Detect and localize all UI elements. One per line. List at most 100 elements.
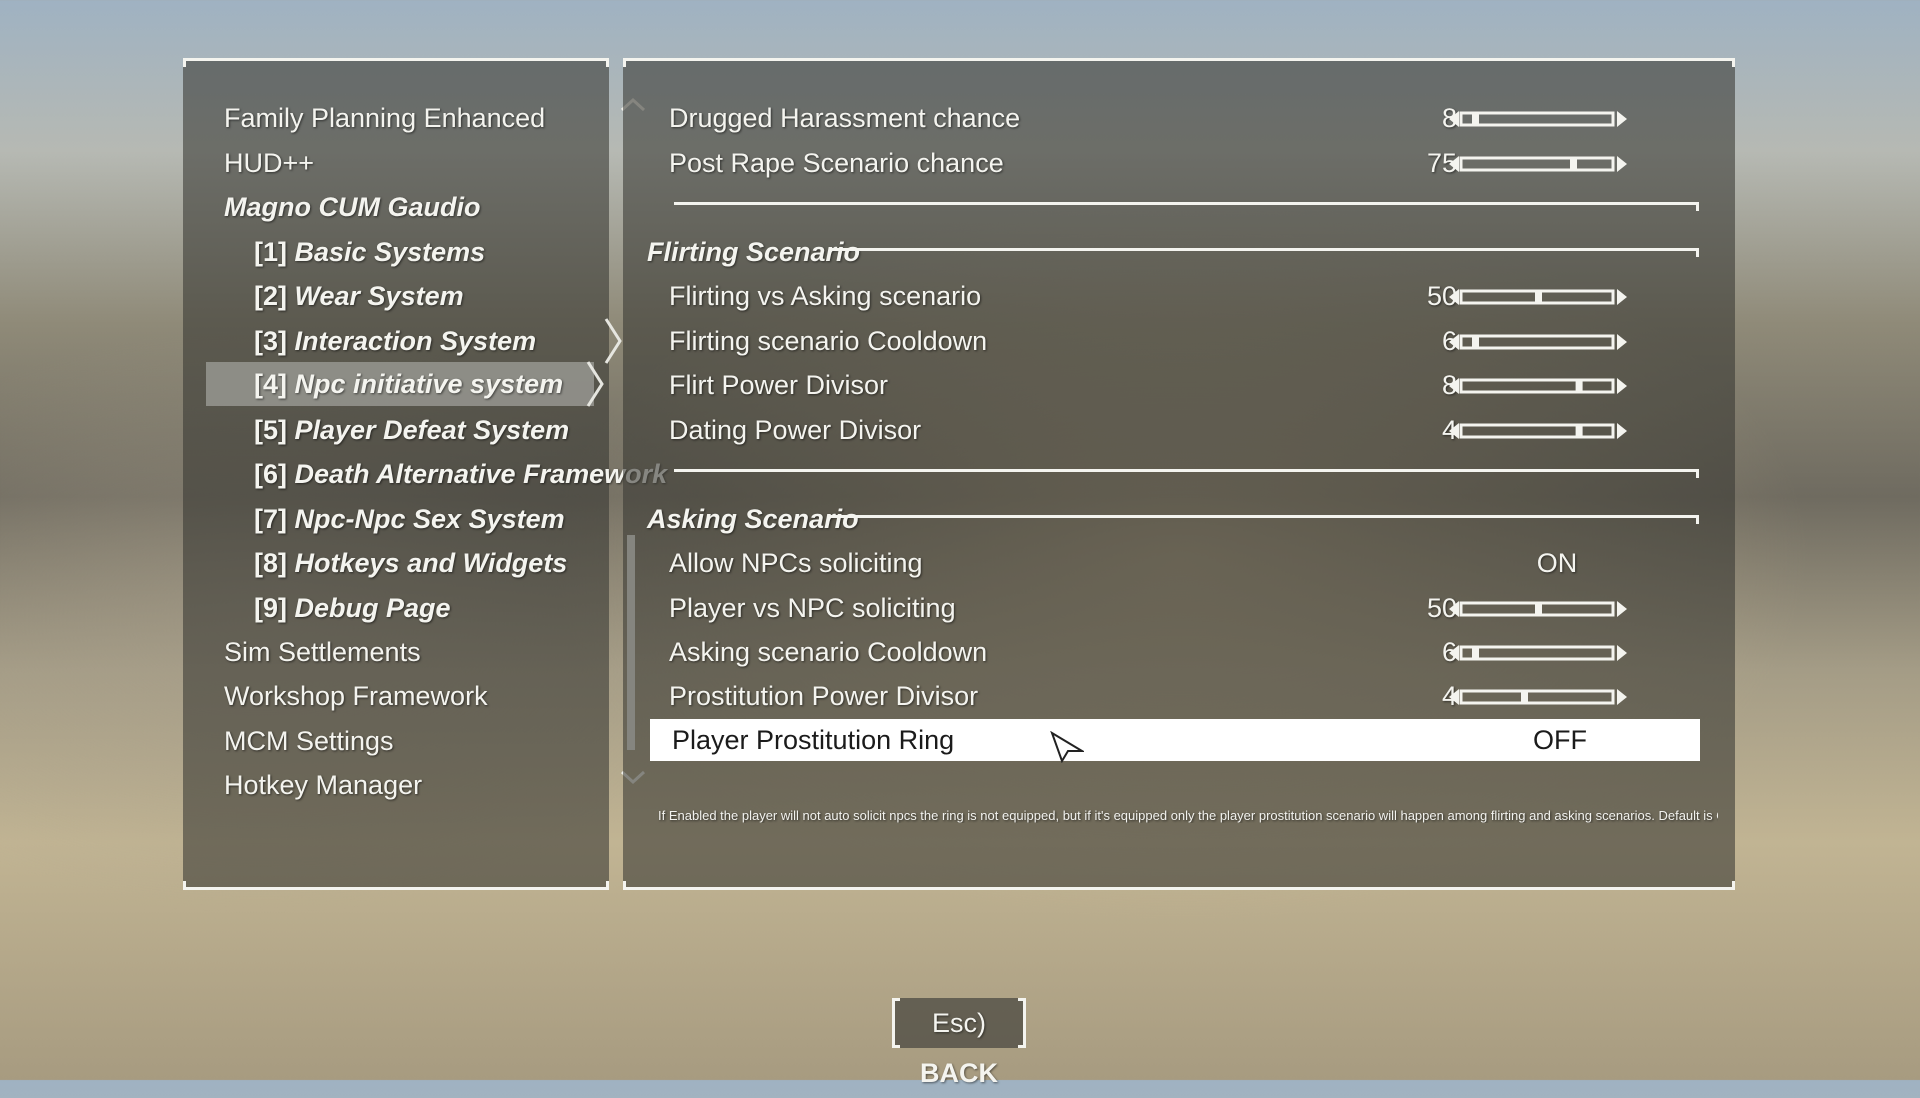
setting-label: Dating Power Divisor: [669, 415, 922, 445]
sidebar-item-wear-system[interactable]: [2] Wear System: [254, 276, 654, 316]
setting-label: Post Rape Scenario chance: [669, 148, 1004, 178]
sidebar-item-npc-npc-sex-system[interactable]: [7] Npc-Npc Sex System: [254, 499, 654, 539]
setting-label: Asking scenario Cooldown: [669, 637, 988, 667]
sidebar-item-hotkeys-and-widgets[interactable]: [8] Hotkeys and Widgets: [254, 543, 654, 583]
setting-value: 4: [1441, 681, 1457, 711]
sidebar-item-workshop-framework[interactable]: Workshop Framework: [224, 676, 624, 716]
settings-panel: Drugged Harassment chance 8 Post Rape Sc…: [623, 58, 1735, 890]
setting-row-flirting-vs-asking[interactable]: Flirting vs Asking scenario 50: [647, 276, 1697, 316]
setting-value: 6: [1441, 326, 1457, 356]
sidebar-item-family-planning[interactable]: Family Planning Enhanced: [224, 98, 624, 138]
slider-left-arrow-icon: [1449, 423, 1459, 439]
slider[interactable]: [1449, 110, 1627, 128]
sidebar-item-player-defeat-system[interactable]: [5] Player Defeat System: [254, 410, 654, 450]
slider-thumb[interactable]: [1521, 691, 1528, 703]
setting-label: Flirting vs Asking scenario: [669, 281, 982, 311]
setting-value: 75: [1426, 148, 1457, 178]
slider-left-arrow-icon: [1449, 378, 1459, 394]
section-title-asking: Asking Scenario: [647, 504, 859, 534]
sidebar-item-mcm-settings[interactable]: MCM Settings: [224, 721, 624, 761]
slider-thumb[interactable]: [1535, 291, 1542, 303]
slider-right-arrow-icon: [1617, 423, 1627, 439]
setting-row-flirt-power-divisor[interactable]: Flirt Power Divisor 8: [647, 365, 1697, 405]
slider-thumb[interactable]: [1472, 336, 1479, 348]
slider-right-arrow-icon: [1617, 156, 1627, 172]
slider-track: [1459, 156, 1615, 172]
sidebar-item-hud[interactable]: HUD++: [224, 143, 624, 183]
slider[interactable]: [1449, 688, 1627, 706]
slider-right-arrow-icon: [1617, 334, 1627, 350]
chevron-right-icon: [586, 361, 604, 407]
slider-track: [1459, 378, 1615, 394]
setting-value: 6: [1441, 637, 1457, 667]
sidebar-item-interaction-system[interactable]: [3] Interaction System: [254, 318, 654, 364]
setting-row-prostitution-power-divisor[interactable]: Prostitution Power Divisor 4: [647, 676, 1697, 716]
slider[interactable]: [1449, 333, 1627, 351]
slider-left-arrow-icon: [1449, 111, 1459, 127]
slider-track: [1459, 645, 1615, 661]
slider-track: [1459, 689, 1615, 705]
setting-label: Flirting scenario Cooldown: [669, 326, 988, 356]
slider-thumb[interactable]: [1570, 158, 1577, 170]
section-divider: [674, 202, 1699, 211]
section-divider: [674, 469, 1699, 478]
toggle-value[interactable]: ON: [1497, 543, 1617, 583]
setting-label: Player vs NPC soliciting: [669, 593, 956, 623]
panel-frame-bottom: [183, 881, 609, 890]
slider-track: [1459, 423, 1615, 439]
sidebar-item-sim-settlements[interactable]: Sim Settlements: [224, 632, 624, 672]
slider-thumb[interactable]: [1472, 647, 1479, 659]
setting-row-allow-npcs-soliciting[interactable]: Allow NPCs soliciting ON: [647, 543, 1697, 583]
setting-value: 4: [1441, 415, 1457, 445]
setting-row-player-vs-npc-soliciting[interactable]: Player vs NPC soliciting 50: [647, 588, 1697, 628]
sidebar-item-npc-initiative-system[interactable]: [4] Npc initiative system: [206, 361, 604, 407]
setting-row-drugged-harassment[interactable]: Drugged Harassment chance 8: [647, 98, 1697, 138]
sidebar-item-basic-systems[interactable]: [1] Basic Systems: [254, 232, 654, 272]
slider[interactable]: [1449, 155, 1627, 173]
section-divider: [830, 248, 1699, 257]
section-divider: [828, 515, 1699, 524]
slider-right-arrow-icon: [1617, 645, 1627, 661]
setting-label: Player Prostitution Ring: [672, 725, 955, 755]
setting-value: 50: [1426, 281, 1457, 311]
setting-label: Prostitution Power Divisor: [669, 681, 979, 711]
slider-thumb[interactable]: [1472, 113, 1479, 125]
setting-value: 8: [1441, 370, 1457, 400]
panel-frame-bottom: [623, 881, 1735, 890]
slider-track: [1459, 334, 1615, 350]
back-button[interactable]: Esc) BACK: [892, 998, 1026, 1088]
slider[interactable]: [1449, 644, 1627, 662]
bracket-right: [1018, 998, 1026, 1048]
sidebar-item-hotkey-manager[interactable]: Hotkey Manager: [224, 765, 624, 805]
slider-thumb[interactable]: [1535, 603, 1542, 615]
mod-list-panel: Family Planning Enhanced HUD++ Magno CUM…: [183, 58, 667, 890]
slider-left-arrow-icon: [1449, 601, 1459, 617]
panel-frame-top: [183, 58, 609, 67]
slider[interactable]: [1449, 288, 1627, 306]
toggle-value[interactable]: OFF: [1500, 719, 1620, 761]
slider[interactable]: [1449, 600, 1627, 618]
setting-row-dating-power-divisor[interactable]: Dating Power Divisor 4: [647, 410, 1697, 450]
slider-left-arrow-icon: [1449, 689, 1459, 705]
help-description: If Enabled the player will not auto soli…: [658, 808, 1718, 823]
setting-row-post-rape-scenario[interactable]: Post Rape Scenario chance 75: [647, 143, 1697, 183]
slider-right-arrow-icon: [1617, 378, 1627, 394]
setting-row-player-prostitution-ring[interactable]: Player Prostitution Ring OFF: [650, 719, 1700, 763]
slider[interactable]: [1449, 377, 1627, 395]
slider[interactable]: [1449, 422, 1627, 440]
settings-list: Drugged Harassment chance 8 Post Rape Sc…: [647, 58, 1717, 763]
setting-row-asking-cooldown[interactable]: Asking scenario Cooldown 6: [647, 632, 1697, 672]
setting-label: Drugged Harassment chance: [669, 103, 1021, 133]
sidebar-item-death-alternative-framework[interactable]: [6] Death Alternative Framework: [254, 454, 667, 494]
setting-value: 8: [1441, 103, 1457, 133]
sidebar-item-magno-cum-gaudio[interactable]: Magno CUM Gaudio: [224, 187, 624, 227]
setting-row-flirting-cooldown[interactable]: Flirting scenario Cooldown 6: [647, 321, 1697, 361]
slider-thumb[interactable]: [1575, 425, 1583, 437]
slider-left-arrow-icon: [1449, 156, 1459, 172]
back-label: BACK: [920, 1058, 998, 1088]
slider-left-arrow-icon: [1449, 334, 1459, 350]
sidebar-item-debug-page[interactable]: [9] Debug Page: [254, 588, 654, 628]
setting-label: Allow NPCs soliciting: [669, 548, 923, 578]
slider-thumb[interactable]: [1575, 380, 1583, 392]
slider-right-arrow-icon: [1617, 289, 1627, 305]
